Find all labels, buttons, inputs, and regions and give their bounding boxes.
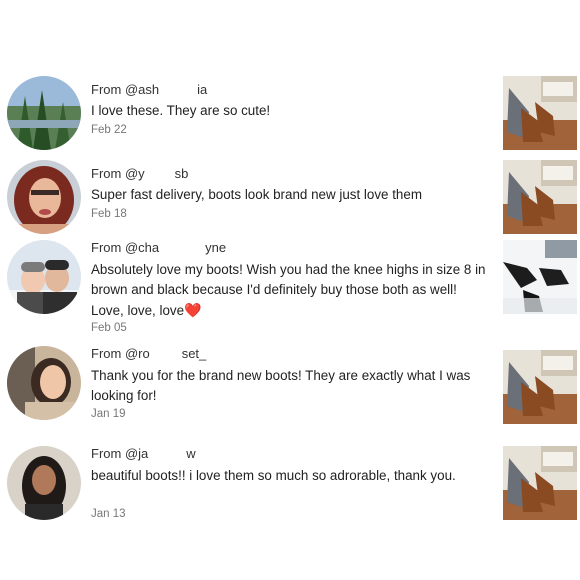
avatar-couple-snow-icon[interactable] [7,240,81,314]
comment-author[interactable]: From @y sb [91,166,188,181]
boots-photo-icon[interactable] [503,446,577,520]
comment-date: Jan 13 [91,508,126,520]
comment-text: Absolutely love my boots! Wish you had t… [91,262,486,318]
heart-icon: ❤️ [184,302,202,318]
comment-date: Jan 19 [91,408,126,420]
comment-text: Thank you for the brand new boots! They … [91,368,471,403]
comment-date: Feb 22 [91,124,127,136]
comment-author[interactable]: From @ash ia [91,82,207,97]
boots-snow-photo-icon[interactable] [503,240,577,314]
avatar-woman-red-icon[interactable] [7,160,81,234]
avatar-forest-icon[interactable] [7,76,81,150]
avatar-woman-dark-hair-icon[interactable] [7,446,81,520]
boots-photo-icon[interactable] [503,350,577,424]
comment-author[interactable]: From @ja w [91,446,196,461]
comment-author[interactable]: From @ro set_ [91,346,206,361]
comment-text: I love these. They are so cute! [91,103,271,118]
comment-text: beautiful boots!! i love them so much so… [91,468,456,483]
boots-photo-icon[interactable] [503,160,577,234]
comment-date: Feb 18 [91,208,127,220]
avatar-woman-selfie-icon[interactable] [7,346,81,420]
boots-photo-icon[interactable] [503,76,577,150]
comment-text: Super fast delivery, boots look brand ne… [91,187,422,202]
comment-date: Feb 05 [91,322,127,334]
comment-author[interactable]: From @cha yne [91,240,226,255]
